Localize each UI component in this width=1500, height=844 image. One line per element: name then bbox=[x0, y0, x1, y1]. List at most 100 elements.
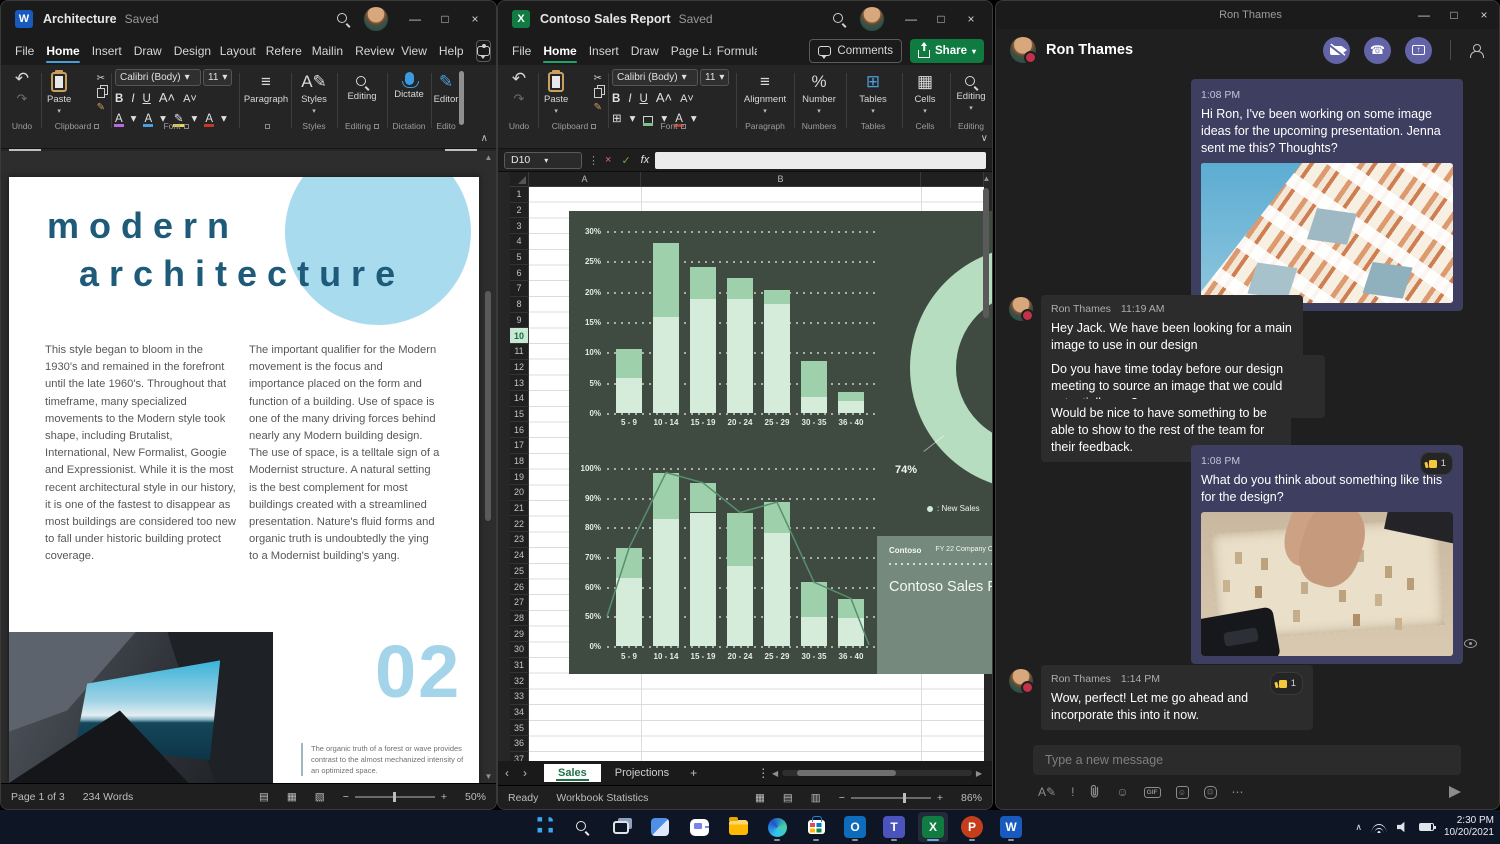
row-header-20[interactable]: 20 bbox=[510, 485, 529, 501]
new-sheet-button[interactable]: + bbox=[683, 766, 704, 780]
shrink-font-button[interactable]: A˅ bbox=[680, 93, 694, 105]
contact-avatar[interactable] bbox=[1010, 37, 1036, 63]
menu-tab-layout[interactable]: Layout bbox=[214, 39, 260, 63]
scroll-down-icon[interactable]: ▼ bbox=[483, 772, 494, 781]
projection-card[interactable]: Contoso FY 22 Company Over Contoso Sales… bbox=[877, 536, 993, 674]
sent-message-1[interactable]: 1:08 PM Hi Ron, I've been working on som… bbox=[1191, 79, 1463, 311]
menu-tab-help[interactable]: Help bbox=[433, 39, 470, 63]
cells-area[interactable]: 0%5%10%15%20%25%30%5 - 910 - 1415 - 1920… bbox=[529, 187, 984, 761]
print-layout-button[interactable]: ▦ bbox=[287, 791, 297, 803]
scroll-right-icon[interactable]: ▶ bbox=[976, 769, 982, 778]
scroll-up-icon[interactable]: ▲ bbox=[483, 153, 494, 162]
bold-button[interactable]: B bbox=[115, 93, 123, 105]
cut-button[interactable]: ✂ bbox=[594, 73, 602, 84]
menu-tab-view[interactable]: View bbox=[395, 39, 433, 63]
horizontal-scrollbar[interactable]: ◀ ▶ bbox=[772, 768, 982, 778]
undo-button[interactable]: ↶ bbox=[502, 69, 536, 89]
styles-button[interactable]: A✎ Styles▾ Styles bbox=[295, 69, 333, 132]
hscroll-thumb[interactable] bbox=[797, 770, 896, 776]
maximize-button[interactable]: □ bbox=[430, 4, 460, 34]
row-header-35[interactable]: 35 bbox=[510, 720, 529, 736]
audio-call-button[interactable]: ☎ bbox=[1364, 37, 1391, 64]
tray-overflow-chevron-icon[interactable]: ∧ bbox=[1355, 822, 1362, 833]
column-header-B[interactable]: B bbox=[641, 172, 921, 186]
row-header-29[interactable]: 29 bbox=[510, 626, 529, 642]
account-avatar[interactable] bbox=[364, 7, 388, 31]
close-button[interactable]: × bbox=[956, 4, 986, 34]
row-header-22[interactable]: 22 bbox=[510, 516, 529, 532]
editor-button[interactable]: ✎ Editor Edito bbox=[433, 69, 459, 132]
search-icon[interactable] bbox=[336, 12, 350, 26]
reaction-badge[interactable]: 1 bbox=[1270, 672, 1303, 695]
editing-button[interactable]: Editing▾ Editing bbox=[952, 69, 990, 132]
menu-tab-design[interactable]: Design bbox=[168, 39, 214, 63]
taskbar-edge-button[interactable] bbox=[762, 812, 792, 842]
dictate-button[interactable]: Dictate Dictation bbox=[389, 69, 429, 132]
menu-tab-draw[interactable]: Draw bbox=[128, 39, 168, 63]
building-facade-image[interactable] bbox=[1201, 163, 1453, 303]
font-size-select[interactable]: 11▾ bbox=[203, 69, 232, 86]
taskbar-store-button[interactable] bbox=[801, 812, 831, 842]
menu-tab-home[interactable]: Home bbox=[537, 39, 582, 63]
scroll-up-icon[interactable]: ▲ bbox=[981, 174, 992, 183]
redo-button[interactable]: ↷ bbox=[5, 89, 39, 109]
name-box[interactable]: D10▾ bbox=[504, 152, 582, 169]
web-layout-button[interactable]: ▧ bbox=[315, 791, 325, 803]
contact-avatar[interactable] bbox=[1009, 669, 1033, 693]
minimize-button[interactable]: — bbox=[1409, 0, 1439, 30]
cells-button[interactable]: ▦ Cells▾ Cells bbox=[904, 69, 946, 132]
row-header-1[interactable]: 1 bbox=[510, 187, 529, 203]
menu-tab-mailin[interactable]: Mailin bbox=[306, 39, 349, 63]
confirm-entry-icon[interactable]: ✓ bbox=[621, 154, 630, 167]
battery-icon[interactable] bbox=[1419, 823, 1434, 831]
sticker-icon[interactable]: ☺ bbox=[1176, 786, 1189, 799]
architecture-model-image[interactable] bbox=[1201, 512, 1453, 656]
font-dialog-launcher[interactable] bbox=[681, 124, 686, 129]
sent-message-2[interactable]: 1 1:08 PM What do you think about someth… bbox=[1191, 445, 1463, 664]
italic-button[interactable]: I bbox=[628, 93, 631, 105]
row-header-15[interactable]: 15 bbox=[510, 407, 529, 423]
menu-tab-insert[interactable]: Insert bbox=[583, 39, 625, 63]
scrollbar-thumb[interactable] bbox=[983, 188, 989, 318]
row-header-12[interactable]: 12 bbox=[510, 360, 529, 376]
formula-input[interactable] bbox=[655, 152, 986, 169]
cut-button[interactable]: ✂ bbox=[97, 73, 105, 84]
maximize-button[interactable]: □ bbox=[1439, 0, 1469, 30]
row-header-28[interactable]: 28 bbox=[510, 611, 529, 627]
shrink-font-button[interactable]: A˅ bbox=[183, 93, 197, 105]
taskbar-chat-button[interactable] bbox=[684, 812, 714, 842]
menu-tab-page-layout[interactable]: Page Layout bbox=[665, 39, 711, 63]
taskbar-powerpoint-button[interactable]: P bbox=[957, 812, 987, 842]
editing-button[interactable]: Editing Editing bbox=[341, 69, 383, 132]
ribbon-scrollbar[interactable] bbox=[459, 71, 464, 125]
undo-button[interactable]: ↶ bbox=[5, 69, 39, 89]
menu-tab-refere[interactable]: Refere bbox=[260, 39, 306, 63]
page-layout-view-button[interactable]: ▤ bbox=[783, 792, 793, 804]
sales-charts-object[interactable]: 0%5%10%15%20%25%30%5 - 910 - 1415 - 1920… bbox=[569, 211, 993, 674]
clipboard-dialog-launcher[interactable] bbox=[94, 124, 99, 129]
font-size-select[interactable]: 11▾ bbox=[700, 69, 729, 86]
font-name-select[interactable]: Calibri (Body)▾ bbox=[115, 69, 201, 86]
search-icon[interactable] bbox=[832, 12, 846, 26]
volume-icon[interactable] bbox=[1397, 821, 1409, 833]
tables-button[interactable]: ⊞ Tables▾ Tables bbox=[848, 69, 898, 132]
add-people-icon[interactable] bbox=[1469, 44, 1485, 56]
taskbar-widgets-button[interactable] bbox=[645, 812, 675, 842]
row-header-19[interactable]: 19 bbox=[510, 469, 529, 485]
menu-tab-insert[interactable]: Insert bbox=[86, 39, 128, 63]
sheet-tab-sales[interactable]: Sales bbox=[544, 764, 601, 782]
zoom-control[interactable]: −+ bbox=[839, 792, 943, 804]
minimize-button[interactable]: — bbox=[400, 4, 430, 34]
normal-view-button[interactable]: ▦ bbox=[755, 792, 765, 804]
paragraph-dialog-launcher[interactable] bbox=[265, 124, 270, 129]
grow-font-button[interactable]: A˄ bbox=[159, 90, 175, 105]
word-count[interactable]: 234 Words bbox=[83, 791, 134, 803]
redo-button[interactable]: ↷ bbox=[502, 89, 536, 109]
send-icon[interactable] bbox=[1449, 786, 1461, 798]
more-options-icon[interactable]: ⋯ bbox=[1232, 785, 1244, 799]
read-mode-button[interactable]: ▤ bbox=[259, 791, 269, 803]
priority-icon[interactable]: ! bbox=[1071, 785, 1074, 799]
received-message-4[interactable]: 1 Ron Thames1:14 PM Wow, perfect! Let me… bbox=[1041, 665, 1313, 730]
meet-now-icon[interactable]: ⊡ bbox=[1204, 786, 1217, 799]
zoom-level[interactable]: 86% bbox=[961, 792, 982, 804]
